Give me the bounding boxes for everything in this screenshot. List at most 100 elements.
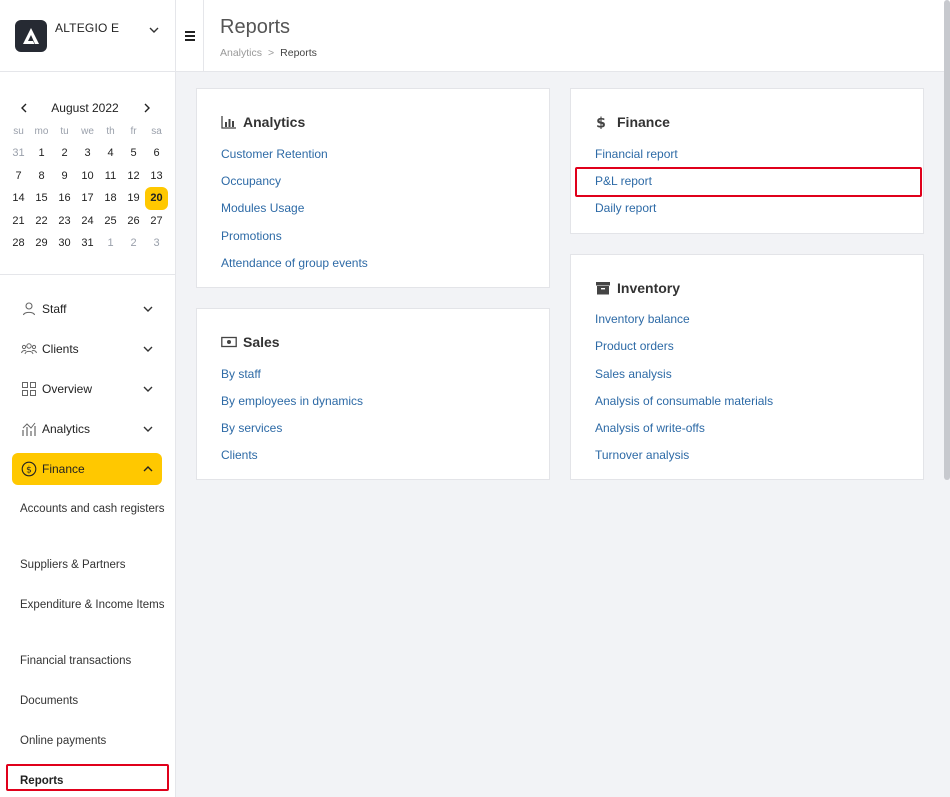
calendar-day[interactable]: 19: [122, 187, 145, 210]
calendar-day[interactable]: 6: [145, 142, 168, 165]
chevron-down-icon: [143, 306, 153, 312]
calendar-day[interactable]: 2: [122, 232, 145, 255]
calendar-day[interactable]: 24: [76, 210, 99, 233]
breadcrumb: Analytics > Reports: [220, 47, 317, 59]
chevron-right-icon[interactable]: [141, 102, 153, 114]
report-link-group-events[interactable]: Attendance of group events: [221, 256, 368, 270]
report-link-product-orders[interactable]: Product orders: [595, 339, 674, 353]
sidebar-item-label: Overview: [42, 382, 93, 396]
calendar-day[interactable]: 1: [99, 232, 122, 255]
weekday-label: tu: [60, 126, 69, 137]
report-link-daily-report[interactable]: Daily report: [595, 201, 656, 215]
breadcrumb-link[interactable]: Analytics: [220, 47, 262, 59]
calendar-day[interactable]: 15: [30, 187, 53, 210]
calendar-day[interactable]: 5: [122, 142, 145, 165]
calendar-day[interactable]: 26: [122, 210, 145, 233]
sidebar-item-clients[interactable]: Clients: [12, 333, 162, 365]
calendar-day[interactable]: 17: [76, 187, 99, 210]
report-link-modules-usage[interactable]: Modules Usage: [221, 201, 304, 215]
calendar-day[interactable]: 2: [53, 142, 76, 165]
sidebar-item-finance[interactable]: $ Finance: [12, 453, 162, 485]
chevron-down-icon: [143, 346, 153, 352]
calendar-day[interactable]: 10: [76, 165, 99, 188]
sidebar-item-label: Staff: [42, 302, 67, 316]
card-title-text: Analytics: [243, 114, 306, 130]
sidebar: ALTEGIO E August 2022 su mo tu we th fr …: [0, 0, 176, 797]
calendar-day[interactable]: 21: [7, 210, 30, 233]
calendar-day[interactable]: 31: [76, 232, 99, 255]
card-title-text: Inventory: [617, 280, 681, 296]
report-link-inventory-balance[interactable]: Inventory balance: [595, 312, 690, 326]
weekday-label: mo: [34, 126, 49, 137]
calendar-day[interactable]: 9: [53, 165, 76, 188]
report-link-by-staff[interactable]: By staff: [221, 367, 261, 381]
sidebar-subitem-online-payments[interactable]: Online payments: [20, 733, 165, 749]
calendar-day[interactable]: 23: [53, 210, 76, 233]
calendar-day[interactable]: 8: [30, 165, 53, 188]
hamburger-icon: [185, 35, 195, 37]
weekday-label: we: [81, 126, 94, 137]
calendar-day[interactable]: 18: [99, 187, 122, 210]
calendar-day[interactable]: 29: [30, 232, 53, 255]
calendar-day[interactable]: 27: [145, 210, 168, 233]
archive-box-icon: [596, 282, 610, 295]
sidebar-subitem-accounts[interactable]: Accounts and cash registers: [20, 501, 165, 517]
users-icon: [21, 343, 37, 355]
sidebar-subitem-documents[interactable]: Documents: [20, 693, 165, 709]
report-link-write-offs[interactable]: Analysis of write-offs: [595, 421, 705, 435]
analytics-card: Analytics Customer Retention Occupancy M…: [196, 88, 550, 288]
chevron-down-icon[interactable]: [148, 24, 160, 36]
card-title-text: Finance: [617, 114, 670, 130]
company-switcher[interactable]: ALTEGIO E: [0, 0, 175, 72]
calendar-day[interactable]: 4: [99, 142, 122, 165]
calendar-day[interactable]: 3: [145, 232, 168, 255]
sidebar-item-staff[interactable]: Staff: [12, 293, 162, 325]
calendar-day[interactable]: 31: [7, 142, 30, 165]
chevron-down-icon: [143, 386, 153, 392]
calendar-grid: su mo tu we th fr sa 31 1 2 3 4 5 6 7 8 …: [7, 122, 168, 255]
weekday-label: fr: [130, 126, 137, 137]
sidebar-item-label: Analytics: [42, 422, 91, 436]
report-link-turnover-analysis[interactable]: Turnover analysis: [595, 448, 689, 462]
grid-icon: [22, 382, 36, 396]
report-link-customer-retention[interactable]: Customer Retention: [221, 147, 328, 161]
calendar-day-today[interactable]: 20: [145, 187, 168, 210]
calendar-day[interactable]: 7: [7, 165, 30, 188]
report-link-clients[interactable]: Clients: [221, 448, 258, 462]
calendar-day[interactable]: 22: [30, 210, 53, 233]
hamburger-icon: [185, 31, 195, 33]
report-link-by-services[interactable]: By services: [221, 421, 282, 435]
card-title: $ Finance: [595, 114, 670, 130]
report-link-occupancy[interactable]: Occupancy: [221, 174, 281, 188]
reports-highlight-box: [6, 764, 169, 791]
calendar-day[interactable]: 11: [99, 165, 122, 188]
scrollbar[interactable]: [944, 0, 950, 480]
calendar-day[interactable]: 28: [7, 232, 30, 255]
calendar-day[interactable]: 25: [99, 210, 122, 233]
sidebar-item-label: Clients: [42, 342, 79, 356]
calendar-day[interactable]: 1: [30, 142, 53, 165]
bar-chart-icon: [221, 116, 236, 129]
sidebar-subitem-suppliers[interactable]: Suppliers & Partners: [20, 557, 165, 573]
cash-icon: [221, 336, 237, 348]
report-link-promotions[interactable]: Promotions: [221, 229, 282, 243]
sidebar-subitem-transactions[interactable]: Financial transactions: [20, 653, 165, 669]
menu-toggle-button[interactable]: [176, 0, 204, 72]
sidebar-item-analytics[interactable]: Analytics: [12, 413, 162, 445]
user-icon: [22, 302, 36, 316]
inventory-card: Inventory Inventory balance Product orde…: [570, 254, 924, 480]
calendar-day[interactable]: 30: [53, 232, 76, 255]
calendar-day[interactable]: 12: [122, 165, 145, 188]
calendar-day[interactable]: 14: [7, 187, 30, 210]
analytics-icon: [22, 422, 36, 436]
report-link-by-employees-dynamics[interactable]: By employees in dynamics: [221, 394, 363, 408]
sidebar-item-overview[interactable]: Overview: [12, 373, 162, 405]
calendar-day[interactable]: 16: [53, 187, 76, 210]
sidebar-subitem-expenditure[interactable]: Expenditure & Income Items: [20, 597, 165, 613]
calendar-day[interactable]: 3: [76, 142, 99, 165]
report-link-consumable-materials[interactable]: Analysis of consumable materials: [595, 394, 773, 408]
breadcrumb-separator: >: [268, 47, 275, 59]
report-link-sales-analysis[interactable]: Sales analysis: [595, 367, 672, 381]
report-link-financial-report[interactable]: Financial report: [595, 147, 678, 161]
calendar-day[interactable]: 13: [145, 165, 168, 188]
